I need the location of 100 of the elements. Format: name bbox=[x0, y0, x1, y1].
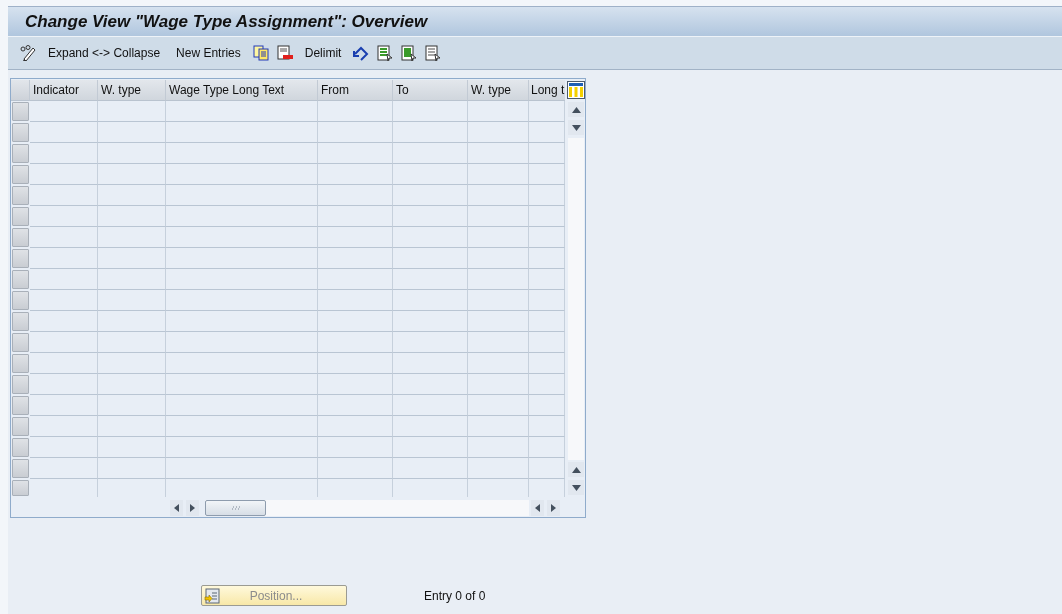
row-selector[interactable] bbox=[12, 270, 29, 289]
table-cell bbox=[98, 332, 166, 353]
column-header[interactable]: W. type bbox=[98, 80, 166, 101]
table-cell bbox=[98, 164, 166, 185]
toolbar-button[interactable]: Expand <-> Collapse bbox=[40, 46, 169, 60]
row-selector[interactable] bbox=[12, 417, 29, 436]
arrow-left-icon bbox=[174, 504, 179, 512]
table-cell bbox=[468, 353, 529, 374]
row-selector[interactable] bbox=[12, 144, 29, 163]
copy-icon[interactable] bbox=[252, 45, 269, 61]
row-selector[interactable] bbox=[12, 438, 29, 457]
column-header[interactable]: W. type bbox=[468, 80, 529, 101]
scroll-left-button[interactable] bbox=[531, 500, 544, 516]
row-selector[interactable] bbox=[12, 459, 29, 478]
table-cell bbox=[98, 185, 166, 206]
pencil-icon[interactable] bbox=[20, 45, 36, 61]
scroll-up-button[interactable] bbox=[568, 102, 584, 117]
table-cell bbox=[30, 437, 98, 458]
table-corner-button[interactable] bbox=[11, 80, 30, 101]
table-cell bbox=[30, 101, 98, 122]
table-cell bbox=[468, 227, 529, 248]
table-cell bbox=[468, 143, 529, 164]
row-selector[interactable] bbox=[12, 354, 29, 373]
document-minus-icon[interactable] bbox=[276, 45, 293, 61]
table-cell bbox=[98, 437, 166, 458]
column-header[interactable]: Indicator bbox=[30, 80, 98, 101]
scroll-right-button[interactable] bbox=[547, 500, 560, 516]
arrow-right-icon bbox=[190, 504, 195, 512]
table-cell bbox=[529, 143, 565, 164]
table-cell bbox=[529, 353, 565, 374]
column-header[interactable]: Wage Type Long Text bbox=[166, 80, 318, 101]
table-cell bbox=[468, 248, 529, 269]
arrow-down-icon bbox=[571, 124, 581, 131]
row-selector[interactable] bbox=[12, 228, 29, 247]
arrow-right-icon bbox=[551, 504, 556, 512]
table-settings-icon[interactable] bbox=[567, 81, 585, 99]
undo-icon[interactable] bbox=[353, 45, 370, 61]
scroll-up-button[interactable] bbox=[568, 462, 584, 477]
scroll-down-button[interactable] bbox=[568, 120, 584, 135]
table-cell bbox=[30, 248, 98, 269]
table-cell bbox=[98, 101, 166, 122]
table-cell bbox=[30, 311, 98, 332]
row-selector[interactable] bbox=[12, 102, 29, 121]
table-cell bbox=[30, 185, 98, 206]
table-cell bbox=[30, 206, 98, 227]
column-header[interactable]: Long t bbox=[529, 80, 565, 101]
table-cell bbox=[98, 122, 166, 143]
select-block-icon[interactable] bbox=[401, 45, 418, 61]
select-all-icon[interactable] bbox=[377, 45, 394, 61]
table-cell bbox=[30, 143, 98, 164]
row-selector[interactable] bbox=[12, 123, 29, 142]
table-cell bbox=[529, 311, 565, 332]
table-cell bbox=[529, 332, 565, 353]
scrollbar-track[interactable] bbox=[205, 500, 529, 516]
table-cell bbox=[468, 122, 529, 143]
table-cell bbox=[98, 395, 166, 416]
row-selector[interactable] bbox=[12, 207, 29, 226]
row-selector[interactable] bbox=[12, 186, 29, 205]
table-cell bbox=[30, 290, 98, 311]
row-selector[interactable] bbox=[12, 375, 29, 394]
grip-icon bbox=[231, 506, 240, 510]
row-selector[interactable] bbox=[12, 396, 29, 415]
column-header[interactable]: To bbox=[393, 80, 468, 101]
scroll-left-button[interactable] bbox=[170, 500, 183, 516]
table-cell bbox=[30, 332, 98, 353]
table-cell bbox=[30, 374, 98, 395]
row-selector[interactable] bbox=[12, 291, 29, 310]
row-selector[interactable] bbox=[12, 480, 29, 496]
row-selector[interactable] bbox=[12, 249, 29, 268]
table-cell bbox=[30, 269, 98, 290]
table-cell bbox=[468, 332, 529, 353]
scrollbar-track[interactable] bbox=[568, 138, 584, 460]
deselect-all-icon[interactable] bbox=[425, 45, 442, 61]
scroll-right-button[interactable] bbox=[186, 500, 199, 516]
table-cell bbox=[30, 164, 98, 185]
row-selector[interactable] bbox=[12, 333, 29, 352]
table-cell bbox=[98, 416, 166, 437]
table-cell bbox=[468, 290, 529, 311]
arrow-up-icon bbox=[571, 106, 581, 113]
table-cell bbox=[529, 206, 565, 227]
row-selector[interactable] bbox=[12, 312, 29, 331]
position-icon bbox=[204, 587, 220, 604]
window-title: Change View "Wage Type Assignment": Overview bbox=[25, 11, 428, 32]
scroll-thumb[interactable] bbox=[205, 500, 266, 516]
table-cell bbox=[529, 269, 565, 290]
table-cell bbox=[98, 290, 166, 311]
table-cell bbox=[468, 395, 529, 416]
table-cell bbox=[468, 164, 529, 185]
table-cell bbox=[98, 248, 166, 269]
table-cell bbox=[468, 185, 529, 206]
table-cell bbox=[529, 122, 565, 143]
column-header[interactable]: From bbox=[318, 80, 393, 101]
table-cell bbox=[468, 269, 529, 290]
row-selector[interactable] bbox=[12, 165, 29, 184]
scroll-down-button[interactable] bbox=[568, 480, 584, 495]
arrow-up-icon bbox=[571, 466, 581, 473]
toolbar-button[interactable]: Delimit bbox=[296, 46, 350, 60]
toolbar-button[interactable]: New Entries bbox=[168, 46, 249, 60]
table-cell bbox=[98, 206, 166, 227]
table-cell bbox=[529, 416, 565, 437]
